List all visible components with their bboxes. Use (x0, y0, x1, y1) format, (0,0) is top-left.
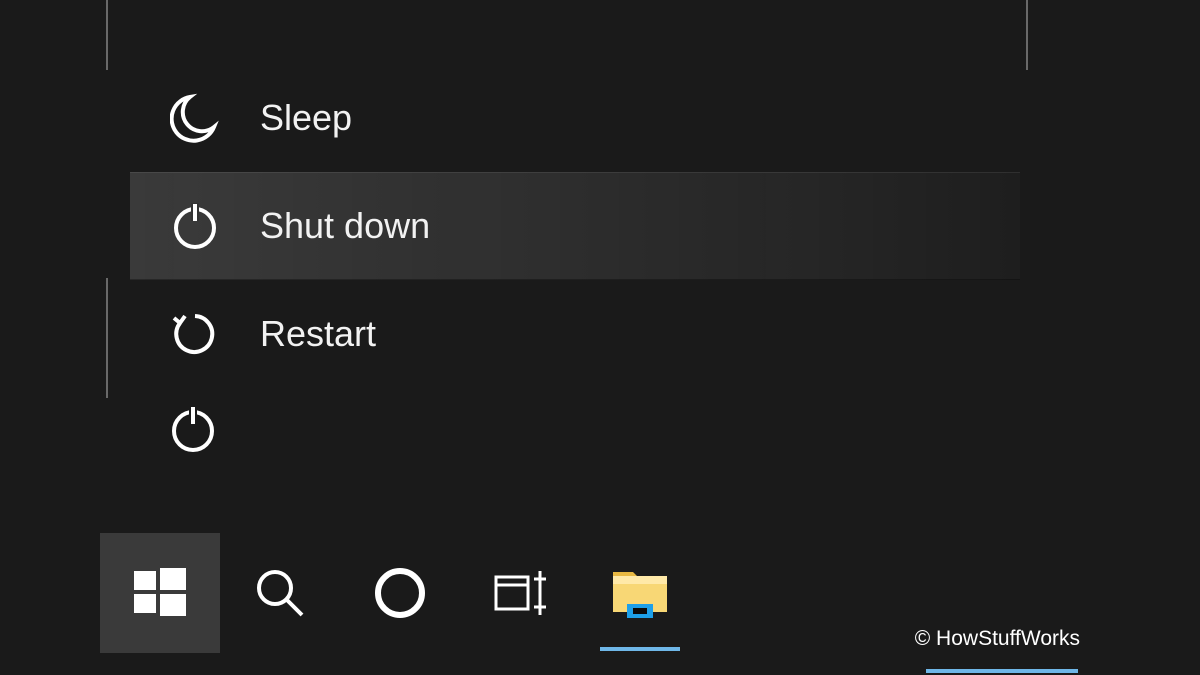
divider-left-top (106, 0, 108, 70)
menu-item-label: Sleep (260, 97, 352, 139)
search-icon (252, 565, 308, 621)
menu-item-restart[interactable]: Restart (130, 280, 1020, 388)
attribution-underline (926, 669, 1078, 673)
divider-left-bottom (106, 278, 108, 398)
taskbar-start-button[interactable] (100, 533, 220, 653)
taskbar-cortana-button[interactable] (340, 533, 460, 653)
file-explorer-icon (611, 568, 669, 618)
attribution-text: © HowStuffWorks (915, 627, 1080, 651)
cortana-icon (372, 565, 428, 621)
windows-logo-icon (130, 563, 190, 623)
taskbar-search-button[interactable] (220, 533, 340, 653)
menu-item-label: Restart (260, 313, 376, 355)
taskbar-active-indicator (600, 647, 680, 651)
task-view-icon (490, 567, 550, 619)
restart-icon (170, 309, 220, 359)
power-menu: Sleep Shut down Restart (130, 64, 1020, 388)
moon-icon (170, 93, 220, 143)
menu-item-label: Shut down (260, 205, 430, 247)
menu-item-sleep[interactable]: Sleep (130, 64, 1020, 172)
menu-item-shutdown[interactable]: Shut down (130, 172, 1020, 280)
start-menu-power-button[interactable] (168, 404, 218, 454)
power-icon (168, 404, 218, 454)
taskbar (100, 533, 700, 653)
power-icon (170, 201, 220, 251)
divider-right (1026, 0, 1028, 70)
taskbar-file-explorer-button[interactable] (580, 533, 700, 653)
taskbar-task-view-button[interactable] (460, 533, 580, 653)
